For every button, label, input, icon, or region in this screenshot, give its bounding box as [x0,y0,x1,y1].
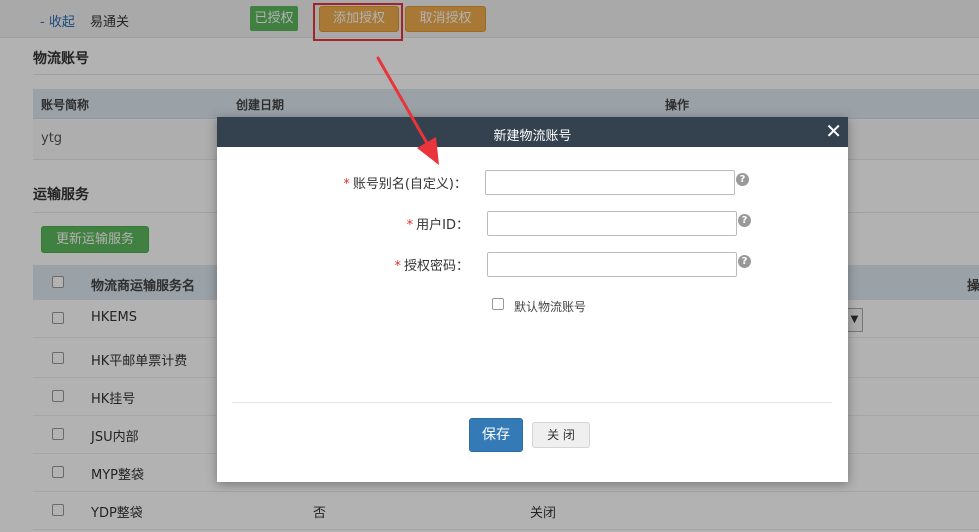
user-id-input[interactable] [487,211,737,236]
alias-field-label: * 账号别名(自定义)： [277,173,467,192]
help-icon[interactable]: ? [736,173,749,186]
close-button[interactable]: 关 闭 [532,422,590,448]
help-icon[interactable]: ? [738,214,751,227]
user-id-field-label: * 用户ID： [277,214,469,233]
new-logistics-account-dialog: 新建物流账号 ✕ * 账号别名(自定义)： ? * 用户ID： ? * 授权密码： ?… [217,117,848,482]
auth-password-label-text: 授权密码： [403,259,469,274]
auth-password-field-label: * 授权密码： [277,255,469,274]
help-icon[interactable]: ? [738,255,751,268]
required-marker: * [343,177,350,192]
alias-input[interactable] [485,170,735,195]
auth-password-input[interactable] [487,252,737,277]
close-icon[interactable]: ✕ [825,120,842,142]
default-account-checkbox[interactable] [492,298,504,310]
dialog-title: 新建物流账号 [493,129,572,144]
dialog-footer-divider [232,402,832,403]
required-marker: * [394,259,401,274]
default-account-label: 默认物流账号 [514,300,587,314]
user-id-label-text: 用户ID： [416,218,469,233]
required-marker: * [406,218,414,233]
dialog-header: 新建物流账号 ✕ [217,117,848,147]
save-button[interactable]: 保存 [469,418,523,452]
alias-label-text: 账号别名(自定义)： [352,177,467,192]
